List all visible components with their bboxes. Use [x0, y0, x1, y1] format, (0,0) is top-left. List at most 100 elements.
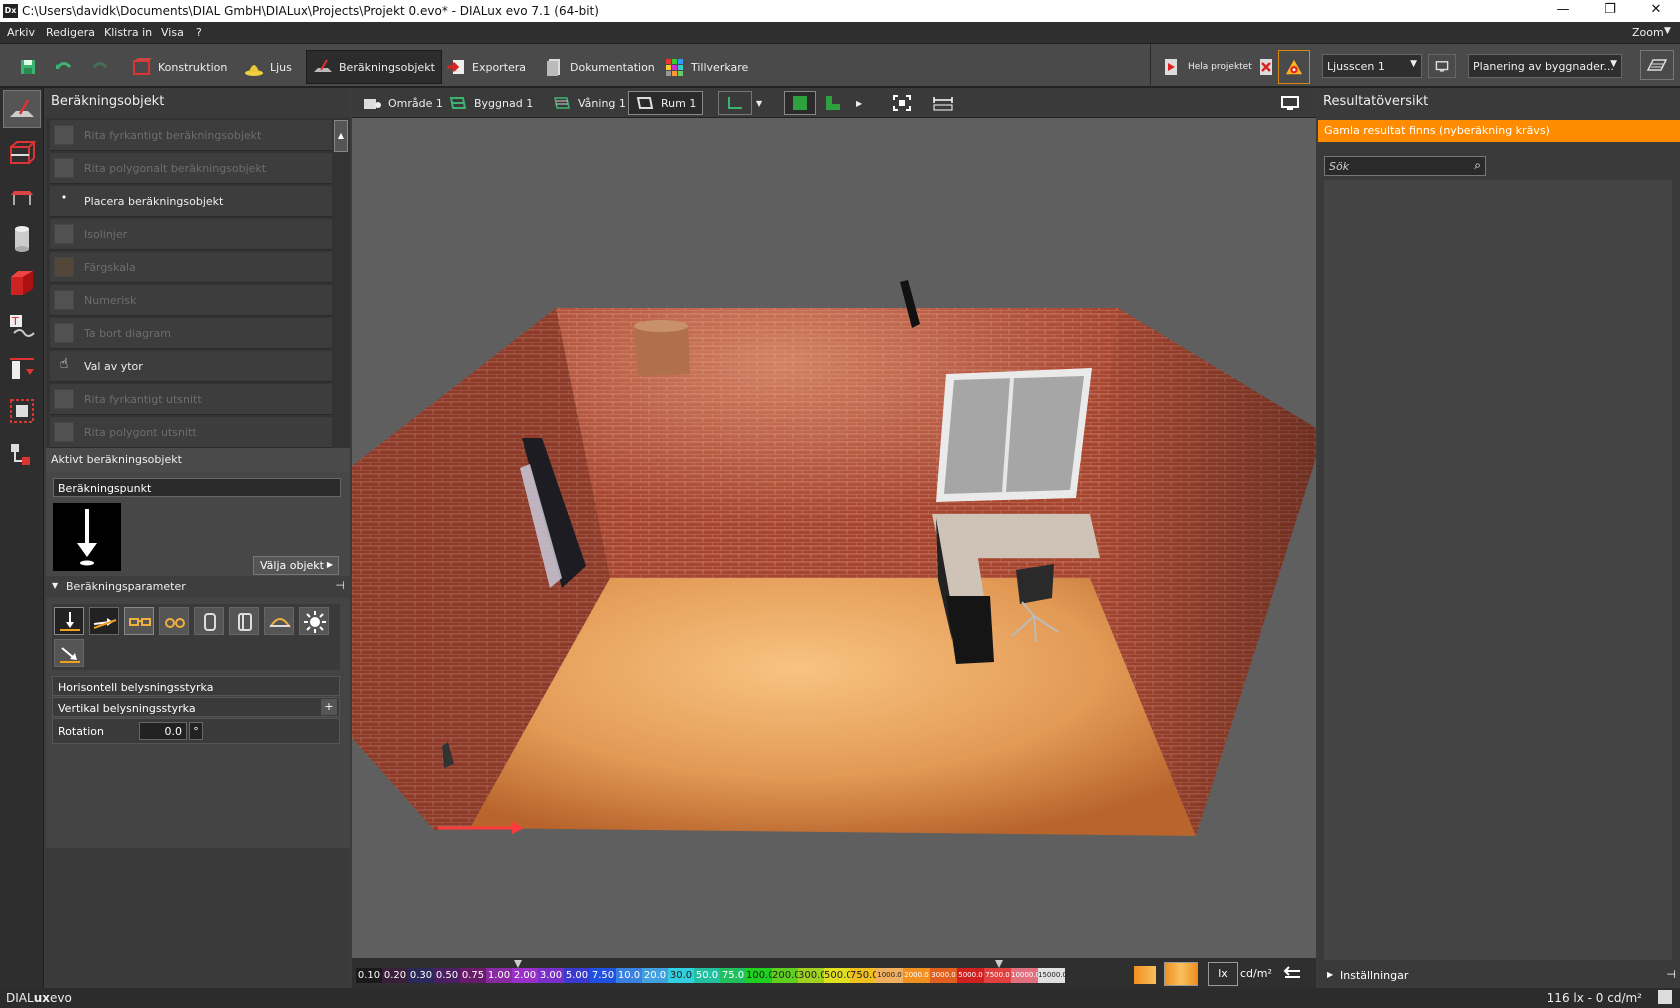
polygon-cutout-icon	[54, 422, 74, 442]
results-search-input[interactable]: Sök ⌕	[1324, 156, 1486, 176]
luminaire-top	[634, 320, 688, 332]
hemispherical-toggle[interactable]	[264, 607, 294, 635]
menu-redigera[interactable]: Redigera	[46, 26, 95, 39]
list-scrollbar[interactable]: ▲	[334, 120, 348, 152]
measure-button[interactable]	[926, 91, 960, 115]
room-3d-render[interactable]	[352, 118, 1316, 958]
chevron-up-icon: ▲	[337, 131, 345, 140]
view-mode-button[interactable]	[1640, 50, 1674, 80]
calc-object-tool[interactable]	[3, 90, 41, 128]
scale-cell: 0.30	[408, 968, 434, 983]
rotation-input[interactable]: 0.0	[139, 722, 187, 740]
window-title: C:\Users\davidk\Documents\DIAL GmbH\DIAL…	[22, 4, 599, 18]
display-settings-button[interactable]	[1274, 91, 1306, 115]
cube-tool[interactable]	[3, 264, 41, 302]
settings-expander[interactable]: ▶ Inställningar ⊣	[1324, 966, 1680, 986]
menu-visa[interactable]: Visa	[161, 26, 184, 39]
list-item[interactable]: Numerisk	[50, 285, 332, 316]
glasses-toggle[interactable]	[124, 607, 154, 635]
choose-object-button[interactable]: Välja objekt ▶	[253, 556, 339, 575]
chair[interactable]	[1016, 564, 1054, 604]
tab-byggnad[interactable]: Byggnad 1	[442, 91, 539, 115]
tab-exportera[interactable]: Exportera	[440, 50, 532, 84]
params-header[interactable]: ▼ Beräkningsparameter ⊣	[46, 576, 350, 598]
light-scene-editor-button[interactable]	[1428, 54, 1456, 78]
list-item[interactable]: Isolinjer	[50, 219, 332, 250]
save-button[interactable]	[12, 50, 44, 84]
list-item[interactable]: Färgskala	[50, 252, 332, 283]
menu-klistra-in[interactable]: Klistra in	[104, 26, 152, 39]
daylight-toggle[interactable]	[299, 607, 329, 635]
add-icon[interactable]: +	[321, 699, 337, 715]
redo-button[interactable]	[84, 50, 116, 84]
room-tool[interactable]	[3, 134, 41, 172]
tab-tillverkare[interactable]: Tillverkare	[659, 50, 754, 84]
bullet-icon: •	[60, 191, 68, 204]
floor-plan-button[interactable]	[818, 91, 848, 115]
swap-icon[interactable]	[1282, 964, 1304, 984]
tab-ljus[interactable]: Ljus	[238, 50, 298, 84]
menu-help[interactable]: ?	[196, 26, 202, 39]
list-item[interactable]: Rita fyrkantigt beräkningsobjekt	[50, 120, 332, 151]
vertical-illuminance-row[interactable]: Vertikal belysningsstyrka +	[52, 697, 340, 717]
undo-button[interactable]	[48, 50, 80, 84]
results-settings-button[interactable]	[1278, 50, 1310, 84]
gradient-mode-button[interactable]	[1164, 962, 1198, 986]
tab-vaning[interactable]: Våning 1	[546, 91, 632, 115]
cylinder-tool[interactable]	[3, 220, 41, 258]
svg-text:T: T	[11, 315, 19, 328]
tab-dokumentation[interactable]: Dokumentation	[538, 50, 661, 84]
section-tool[interactable]	[3, 350, 41, 388]
list-item[interactable]: ☝ Val av ytor	[50, 351, 332, 382]
view-next-button[interactable]: ▶	[850, 91, 868, 115]
hemisphere-icon	[269, 618, 291, 627]
axis-view-button[interactable]	[718, 91, 752, 115]
chevron-down-icon[interactable]: ▼	[1664, 26, 1671, 36]
vertical-illuminance-label: Vertikal belysningsstyrka	[58, 702, 196, 715]
scale-min-handle[interactable]	[514, 960, 522, 968]
close-button[interactable]: ✕	[1636, 2, 1676, 20]
unit-lx-button[interactable]: lx	[1208, 962, 1238, 986]
pin-icon[interactable]: ⊣	[1666, 968, 1676, 981]
horizontal-illuminance-row[interactable]: Horisontell belysningsstyrka	[52, 676, 340, 696]
perpendicular-toggle[interactable]	[54, 639, 84, 667]
tab-rum[interactable]: Rum 1	[628, 91, 704, 115]
axis-dropdown[interactable]: ▼	[750, 91, 768, 115]
calculation-object-icon	[314, 59, 332, 72]
list-item[interactable]: • Placera beräkningsobjekt	[50, 186, 332, 217]
list-item[interactable]: Ta bort diagram	[50, 318, 332, 349]
planning-select[interactable]: Planering av byggnader... ▼	[1468, 54, 1622, 78]
restore-button[interactable]: ❐	[1590, 2, 1630, 20]
solid-view-button[interactable]	[784, 91, 816, 115]
zoom-menu[interactable]: Zoom	[1632, 26, 1664, 39]
menu-arkiv[interactable]: Arkiv	[7, 26, 35, 39]
cylindrical-toggle[interactable]	[194, 607, 224, 635]
tab-omrade[interactable]: Område 1	[356, 91, 449, 115]
furniture-tool[interactable]	[3, 178, 41, 216]
false-color-button[interactable]	[1134, 966, 1156, 984]
list-item[interactable]: Rita fyrkantigt utsnitt	[50, 384, 332, 415]
play-icon	[1165, 59, 1177, 75]
horizontal-illuminance-toggle[interactable]	[54, 607, 84, 635]
tab-konstruktion[interactable]: Konstruktion	[126, 50, 233, 84]
minimize-button[interactable]: —	[1543, 2, 1583, 20]
pin-icon[interactable]: ⊣	[335, 579, 345, 592]
light-scene-select[interactable]: Ljusscen 1 ▼	[1322, 54, 1422, 78]
scale-max-handle[interactable]	[995, 960, 1003, 968]
list-item[interactable]: Rita polygonalt beräkningsobjekt	[50, 153, 332, 184]
semi-cylindrical-toggle[interactable]	[229, 607, 259, 635]
isolines-icon	[54, 224, 74, 244]
calculate-project-button[interactable]: Hela projektet	[1156, 50, 1258, 84]
unit-cd-button[interactable]: cd/m²	[1240, 967, 1272, 980]
tab-label: Konstruktion	[158, 60, 228, 74]
tab-berakningsobjekt[interactable]: Beräkningsobjekt	[306, 50, 442, 84]
list-item-label: Färgskala	[84, 260, 136, 274]
zoom-extents-button[interactable]	[886, 91, 918, 115]
text-label-tool[interactable]: T	[3, 308, 41, 346]
list-item[interactable]: Rita polygont utsnitt	[50, 417, 332, 448]
glasses-alt-toggle[interactable]	[159, 607, 189, 635]
viewport-frame-tool[interactable]	[3, 392, 41, 430]
3d-viewport[interactable]	[352, 118, 1316, 958]
hierarchy-tool[interactable]	[3, 436, 41, 474]
vertical-illuminance-toggle[interactable]	[89, 607, 119, 635]
